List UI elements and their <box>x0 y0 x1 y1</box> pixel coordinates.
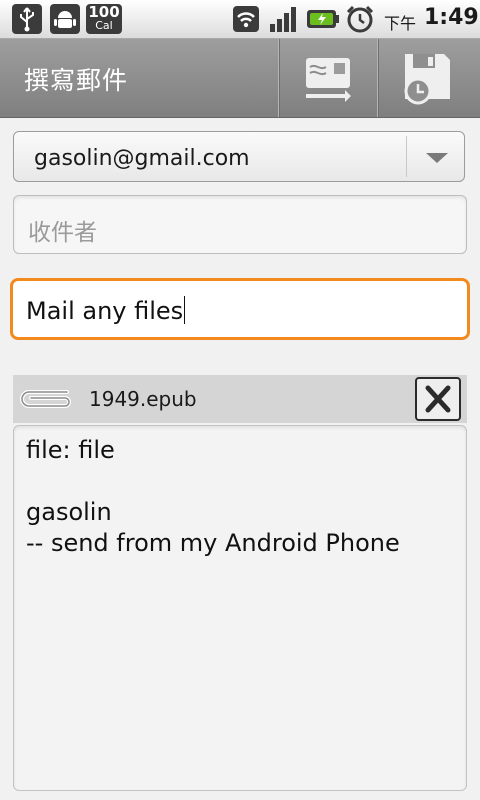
body-line: file: file <box>26 436 115 464</box>
alarm-clock-icon <box>344 4 376 34</box>
clock-time: 1:49 <box>424 5 479 30</box>
battery-charging-icon <box>306 4 340 34</box>
paperclip-icon <box>20 390 71 408</box>
calendar-badge-unit: Cal <box>95 19 113 32</box>
close-icon <box>425 385 451 413</box>
clock-ampm: 下午 <box>384 14 417 33</box>
chevron-down-icon <box>426 153 448 163</box>
usb-icon <box>12 4 42 34</box>
subject-value: Mail any files <box>26 296 186 325</box>
wifi-icon <box>232 4 260 34</box>
attachment-item: 1949.epub <box>13 375 467 423</box>
calendar-badge-number: 100 <box>88 3 120 21</box>
status-bar: 100 Cal 下午 1:49 <box>0 0 480 39</box>
attachment-name: 1949.epub <box>89 387 197 411</box>
to-placeholder: 收件者 <box>28 220 97 246</box>
calendar-badge-icon: 100 Cal <box>86 4 122 34</box>
save-draft-icon <box>404 54 450 105</box>
signal-icon <box>268 4 300 34</box>
subject-field[interactable]: Mail any files <box>10 278 470 340</box>
remove-attachment-button[interactable] <box>415 377 461 421</box>
android-icon <box>50 4 80 34</box>
message-body-field[interactable]: file: file gasolin -- send from my Andro… <box>13 425 467 791</box>
body-line: gasolin <box>26 498 112 526</box>
save-draft-button[interactable] <box>377 39 480 117</box>
send-button[interactable] <box>278 39 377 117</box>
subject-text: Mail any files <box>26 297 184 325</box>
from-account-value: gasolin@gmail.com <box>34 146 250 171</box>
to-field[interactable]: 收件者 <box>13 195 467 254</box>
select-divider <box>406 136 407 177</box>
text-cursor <box>184 296 186 324</box>
title-bar: 撰寫郵件 <box>0 39 480 118</box>
send-mail-icon <box>306 58 351 102</box>
body-line: -- send from my Android Phone <box>26 529 400 557</box>
from-account-select[interactable]: gasolin@gmail.com <box>13 131 465 182</box>
page-title: 撰寫郵件 <box>24 66 129 95</box>
